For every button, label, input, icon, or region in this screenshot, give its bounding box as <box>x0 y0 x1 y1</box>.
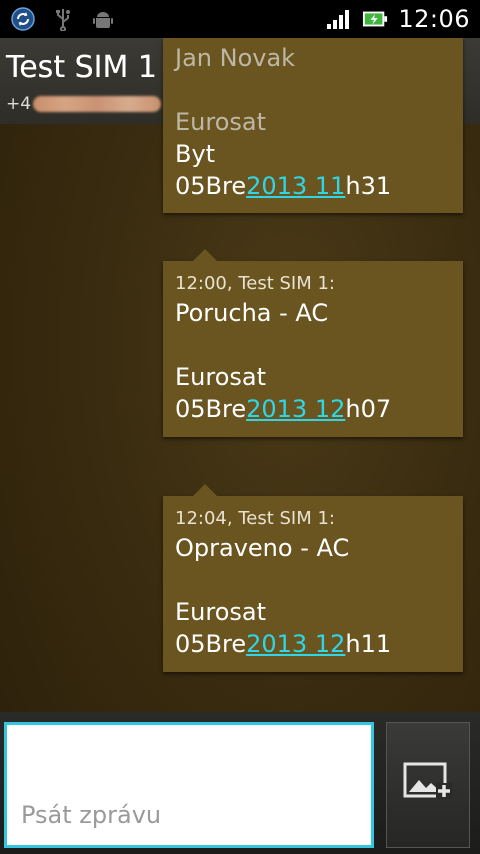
date-link[interactable]: 2013 11 <box>246 172 345 200</box>
date-link[interactable]: 2013 12 <box>246 395 345 423</box>
message-bubble[interactable]: 12:04, Test SIM 1: Opraveno - AC Eurosat… <box>163 484 463 672</box>
android-debug-icon <box>90 6 116 32</box>
sync-icon <box>10 6 36 32</box>
message-line: Eurosat <box>175 363 267 391</box>
redacted-number <box>33 96 162 112</box>
time-text: h07 <box>345 395 392 423</box>
status-bar: 12:06 <box>0 0 480 38</box>
message-line: Jan Novak <box>175 44 296 72</box>
date-text: 05Bre <box>175 630 247 658</box>
message-line: Byt <box>175 140 216 168</box>
date-text: 05Bre <box>175 172 247 200</box>
message-bubble[interactable]: 12:00, Test SIM 1: Porucha - AC Eurosat … <box>163 249 463 437</box>
date-link[interactable]: 2013 12 <box>246 630 345 658</box>
message-meta: 12:04, Test SIM 1: <box>175 508 335 529</box>
message-line: Eurosat <box>175 108 267 136</box>
message-bubble[interactable]: Jan Novak Eurosat Byt 05Bre2013 11h31 <box>163 38 463 213</box>
usb-icon <box>50 6 76 32</box>
time-text: h31 <box>345 172 392 200</box>
signal-icon <box>326 6 352 32</box>
message-date-line: 05Bre2013 12h07 <box>175 393 451 425</box>
message-line: Eurosat <box>175 598 267 626</box>
message-input[interactable]: Psát zprávu <box>4 722 374 848</box>
message-input-placeholder: Psát zprávu <box>21 801 162 829</box>
composer-bar: Psát zprávu <box>0 712 480 854</box>
add-attachment-icon <box>402 761 454 809</box>
contact-number: +4 <box>6 94 162 114</box>
time-text: h11 <box>345 630 392 658</box>
date-text: 05Bre <box>175 395 247 423</box>
message-meta: 12:00, Test SIM 1: <box>175 273 335 294</box>
contact-name: Test SIM 1 <box>6 50 158 85</box>
message-line: Porucha - AC <box>175 299 329 327</box>
battery-charging-icon <box>362 6 388 32</box>
message-date-line: 05Bre2013 12h11 <box>175 628 451 660</box>
message-line: Opraveno - AC <box>175 534 350 562</box>
message-date-line: 05Bre2013 11h31 <box>175 170 451 202</box>
contact-number-prefix: +4 <box>6 94 32 114</box>
attach-button[interactable] <box>386 722 470 848</box>
clock: 12:06 <box>398 5 470 33</box>
